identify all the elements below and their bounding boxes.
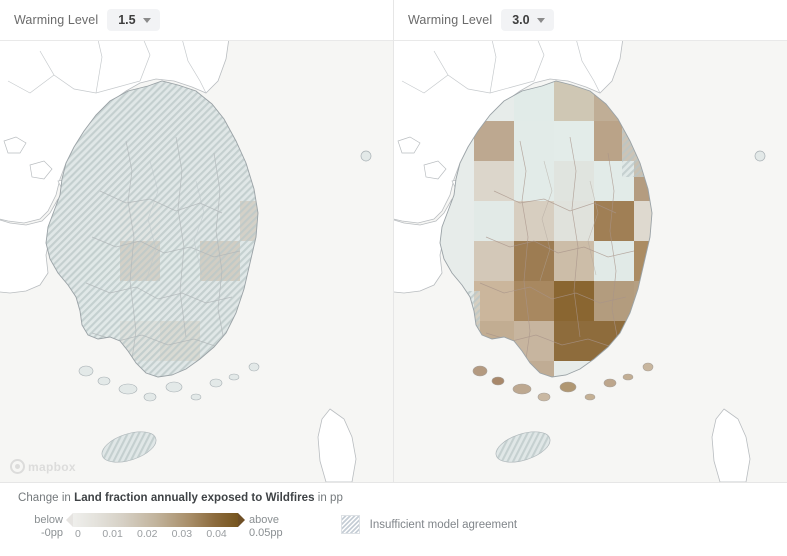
colorbar-above-line1: above: [249, 514, 279, 526]
chevron-down-icon: [536, 17, 545, 23]
colorbar-block: below -0pp 0 0.01 0.02 0.03 0.04 above 0…: [18, 511, 283, 542]
colorbar-tick: 0.03: [171, 528, 193, 540]
map-canvas-right[interactable]: [394, 41, 787, 482]
colorbar-ticks: 0 0.01 0.02 0.03 0.04: [73, 528, 238, 542]
colorbar-gradient: [73, 513, 238, 527]
map-vector-right: [394, 41, 787, 482]
panel-header-left: Warming Level 1.5: [0, 0, 393, 41]
hatch-legend-label: Insufficient model agreement: [369, 518, 518, 531]
colorbar-tick: 0.01: [102, 528, 123, 540]
map-vector-left: [0, 41, 393, 482]
warming-level-value-right: 3.0: [512, 12, 530, 27]
colorbar-scale: 0 0.01 0.02 0.03 0.04: [73, 511, 238, 542]
colorbar-below-line1: below: [34, 514, 63, 526]
legend-title-variable: Land fraction annually exposed to Wildfi…: [74, 492, 315, 504]
climate-map-comparison-app: Warming Level 1.5 mapbox Warming Level 3…: [0, 0, 787, 556]
ulleungdo-island-right: [754, 150, 766, 162]
map-panel-warming-1p5: Warming Level 1.5 mapbox: [0, 0, 394, 482]
warming-level-label-right: Warming Level: [408, 13, 493, 27]
map-panel-warming-3p0: Warming Level 3.0: [394, 0, 787, 482]
colorbar-above-line2: 0.05pp: [249, 527, 283, 539]
colorbar-right-arrow-icon: [238, 513, 245, 527]
legend-title: Change in Land fraction annually exposed…: [18, 492, 787, 504]
colorbar-tick: 0.02: [137, 528, 158, 540]
colorbar-below-label: below -0pp: [18, 511, 63, 540]
colorbar-below-line2: -0pp: [40, 527, 63, 539]
colorbar-above-label: above 0.05pp: [249, 511, 283, 540]
legend-title-suffix: in pp: [314, 492, 343, 504]
colorbar-left-arrow-icon: [66, 513, 73, 527]
mapbox-logo-icon: [10, 459, 25, 474]
hatch-legend-key: Insufficient model agreement: [340, 511, 518, 534]
legend-title-prefix: Change in: [18, 492, 75, 504]
map-canvas-left[interactable]: mapbox: [0, 41, 393, 482]
colorbar-tick: 0: [75, 528, 81, 540]
map-panels-container: Warming Level 1.5 mapbox Warming Level 3…: [0, 0, 787, 482]
colorbar-tick: 0.04: [206, 528, 227, 540]
mapbox-wordmark: mapbox: [28, 459, 76, 474]
panel-header-right: Warming Level 3.0: [394, 0, 787, 41]
ulleungdo-island-left: [360, 150, 372, 162]
warming-level-label-left: Warming Level: [14, 13, 99, 27]
warming-level-dropdown-right[interactable]: 3.0: [501, 8, 554, 32]
hatch-pattern-icon: [340, 515, 360, 534]
legend-row: below -0pp 0 0.01 0.02 0.03 0.04 above 0…: [18, 511, 787, 542]
mapbox-attribution-left[interactable]: mapbox: [10, 459, 76, 474]
warming-level-value-left: 1.5: [118, 12, 136, 27]
chevron-down-icon: [142, 17, 151, 23]
warming-level-dropdown-left[interactable]: 1.5: [107, 8, 160, 32]
legend-bar: Change in Land fraction annually exposed…: [0, 482, 787, 556]
